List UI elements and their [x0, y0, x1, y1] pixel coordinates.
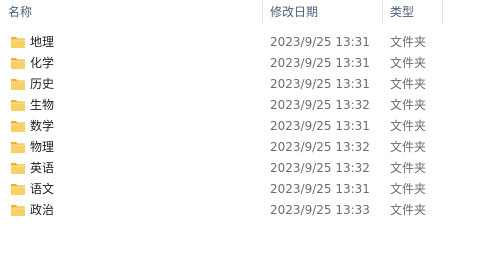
file-name: 历史 — [30, 77, 55, 91]
file-name: 英语 — [30, 161, 55, 175]
folder-icon — [11, 184, 25, 195]
file-name: 生物 — [30, 98, 55, 112]
file-name: 数学 — [30, 119, 55, 133]
folder-icon — [11, 142, 25, 153]
file-row[interactable]: 历史 2023/9/25 13:31 文件夹 — [0, 74, 495, 95]
sort-ascending-icon: ^ — [127, 0, 135, 7]
file-row[interactable]: 语文 2023/9/25 13:31 文件夹 — [0, 179, 495, 200]
folder-icon — [11, 100, 25, 111]
folder-icon — [11, 58, 25, 69]
file-date-modified: 2023/9/25 13:32 — [270, 161, 370, 175]
file-row[interactable]: 生物 2023/9/25 13:32 文件夹 — [0, 95, 495, 116]
file-date-modified: 2023/9/25 13:31 — [270, 182, 370, 196]
file-type: 文件夹 — [390, 56, 427, 70]
file-date-modified: 2023/9/25 13:31 — [270, 35, 370, 49]
column-header-name[interactable]: 名称 — [8, 0, 32, 24]
file-name: 语文 — [30, 182, 55, 196]
file-type: 文件夹 — [390, 161, 427, 175]
file-date-modified: 2023/9/25 13:31 — [270, 56, 370, 70]
file-type: 文件夹 — [390, 77, 427, 91]
column-header-type[interactable]: 类型 — [390, 0, 414, 24]
folder-icon — [11, 163, 25, 174]
file-date-modified: 2023/9/25 13:32 — [270, 98, 370, 112]
file-date-modified: 2023/9/25 13:32 — [270, 140, 370, 154]
file-type: 文件夹 — [390, 140, 427, 154]
folder-icon — [11, 205, 25, 216]
column-divider[interactable] — [442, 0, 443, 24]
file-date-modified: 2023/9/25 13:31 — [270, 119, 370, 133]
file-type: 文件夹 — [390, 119, 427, 133]
folder-icon — [11, 37, 25, 48]
file-row[interactable]: 化学 2023/9/25 13:31 文件夹 — [0, 53, 495, 74]
file-type: 文件夹 — [390, 203, 427, 217]
file-type: 文件夹 — [390, 182, 427, 196]
column-divider[interactable] — [262, 0, 263, 24]
column-header-bar: 名称 ^ 修改日期 类型 — [0, 0, 495, 24]
file-row[interactable]: 地理 2023/9/25 13:31 文件夹 — [0, 32, 495, 53]
folder-icon — [11, 121, 25, 132]
file-list: 地理 2023/9/25 13:31 文件夹 化学 2023/9/25 13:3… — [0, 32, 495, 221]
folder-icon — [11, 79, 25, 90]
file-row[interactable]: 政治 2023/9/25 13:33 文件夹 — [0, 200, 495, 221]
file-name: 物理 — [30, 140, 55, 154]
column-header-date-modified[interactable]: 修改日期 — [270, 0, 318, 24]
file-row[interactable]: 数学 2023/9/25 13:31 文件夹 — [0, 116, 495, 137]
file-name: 化学 — [30, 56, 55, 70]
file-row[interactable]: 英语 2023/9/25 13:32 文件夹 — [0, 158, 495, 179]
file-type: 文件夹 — [390, 98, 427, 112]
file-type: 文件夹 — [390, 35, 427, 49]
file-date-modified: 2023/9/25 13:33 — [270, 203, 370, 217]
column-divider[interactable] — [382, 0, 383, 24]
file-name: 政治 — [30, 203, 55, 217]
file-row[interactable]: 物理 2023/9/25 13:32 文件夹 — [0, 137, 495, 158]
file-date-modified: 2023/9/25 13:31 — [270, 77, 370, 91]
file-name: 地理 — [30, 35, 55, 49]
